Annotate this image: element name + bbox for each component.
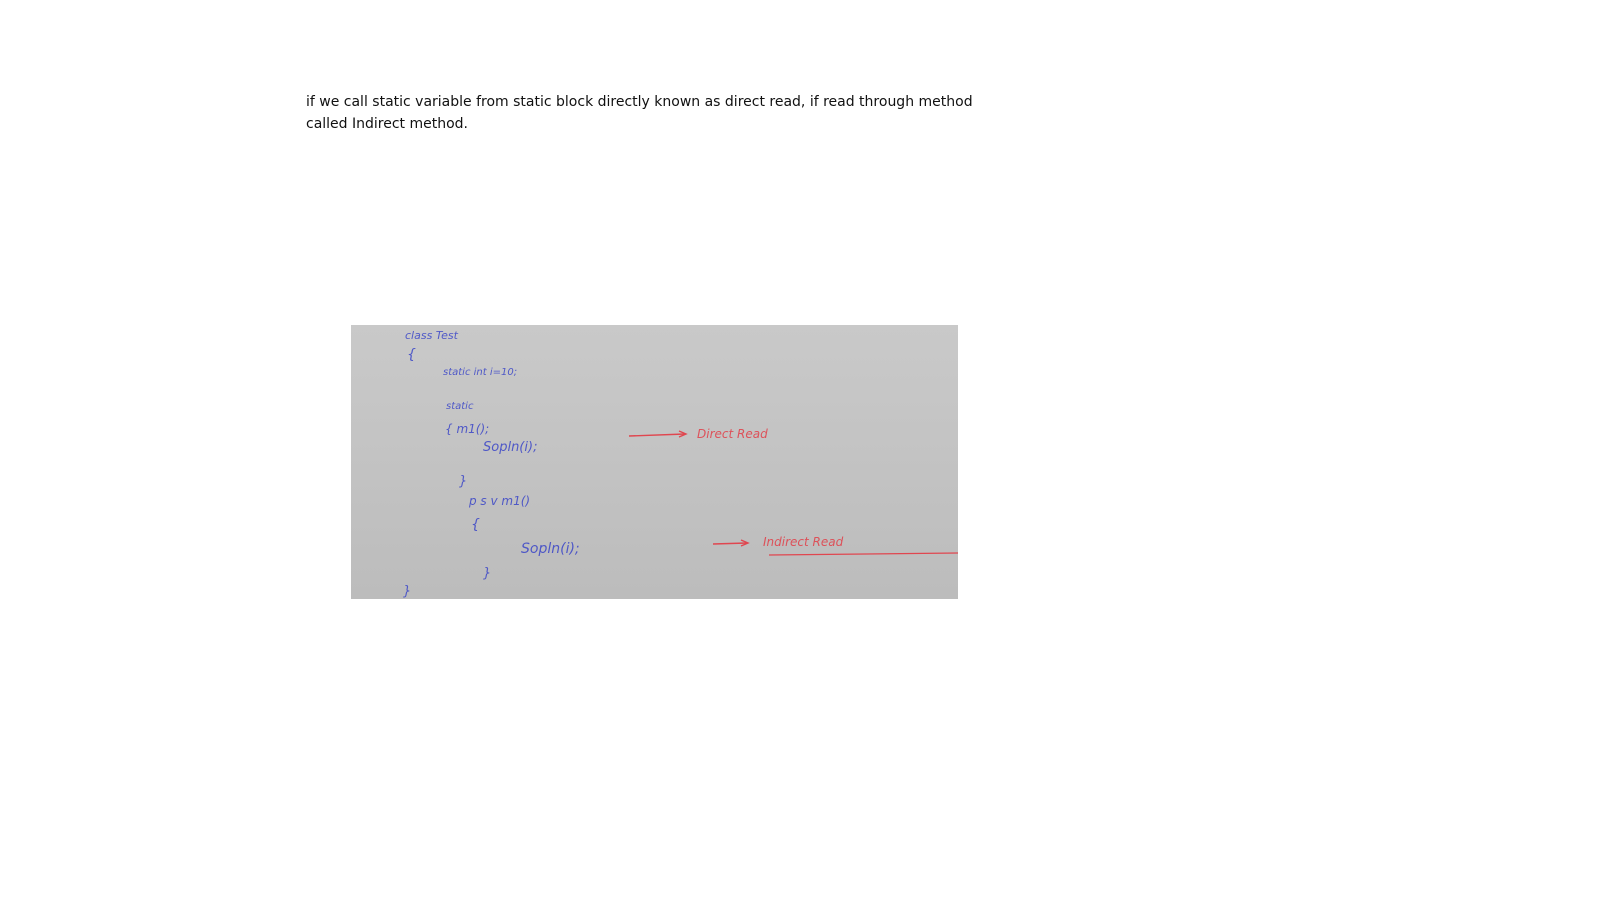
- code-line-m1-call: { m1();: [445, 422, 489, 436]
- code-line-close-static: }: [459, 474, 467, 489]
- explanation-text: if we call static variable from static b…: [306, 91, 996, 135]
- code-line-static-int: static int i=10;: [443, 367, 517, 378]
- indirect-read-label: Indirect Read: [763, 535, 844, 549]
- code-line-sopln-1: Sopln(i);: [483, 440, 537, 455]
- explanation-line-2: called Indirect method.: [306, 116, 468, 132]
- indirect-read-underline: [768, 552, 958, 556]
- code-line-open-class: {: [407, 347, 416, 363]
- explanation-line-1: if we call static variable from static b…: [306, 94, 973, 110]
- whiteboard-image: class Test { static int i=10; static { m…: [351, 325, 958, 599]
- indirect-read-arrow: [712, 542, 748, 545]
- direct-read-label: Direct Read: [697, 427, 768, 441]
- code-line-open-method: {: [471, 517, 480, 533]
- code-line-method-decl: p s v m1(): [468, 494, 530, 508]
- code-line-close-class: }: [403, 584, 411, 599]
- direct-read-arrow: [628, 433, 686, 437]
- code-line-sopln-2: Sopln(i);: [521, 541, 580, 557]
- code-line-class: class Test: [405, 329, 459, 342]
- whiteboard-drawing: class Test { static int i=10; static { m…: [403, 329, 958, 599]
- code-line-static-block: static: [446, 401, 474, 412]
- code-line-close-method: }: [483, 566, 491, 581]
